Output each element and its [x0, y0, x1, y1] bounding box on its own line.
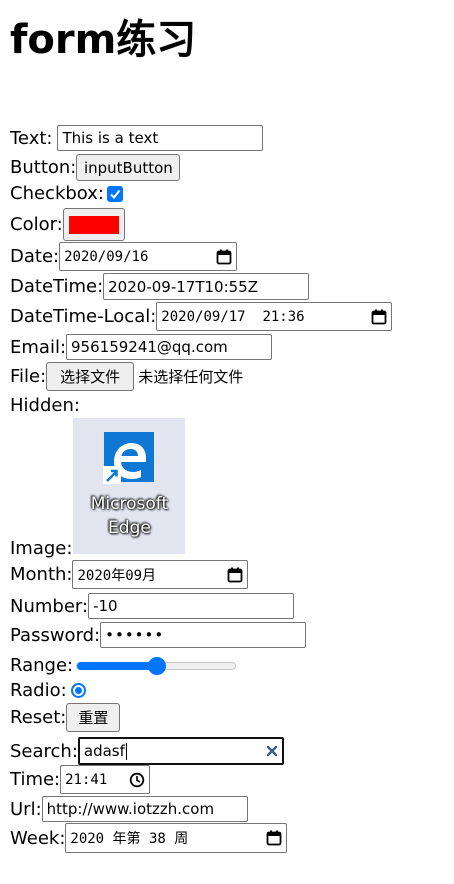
text-label: Text: [10, 127, 53, 149]
url-label: Url: [10, 798, 42, 820]
email-label: Email: [10, 336, 67, 358]
image-caption-line1: Microsoft [90, 494, 169, 514]
radio-row: Radio: [10, 680, 86, 701]
text-row: Text: This is a text [10, 125, 264, 151]
image-caption-line2: Edge [108, 518, 151, 538]
color-row: Color: [10, 208, 125, 241]
text-caret [125, 742, 127, 760]
choose-file-button[interactable]: 选择文件 [46, 362, 135, 391]
email-input[interactable]: 956159241@qq.com [66, 334, 273, 360]
password-value: •••••• [105, 626, 165, 644]
hidden-label: Hidden: [10, 395, 80, 416]
date-row: Date: 2020/09/16 [10, 242, 238, 271]
clear-icon[interactable] [266, 745, 278, 757]
month-row: Month: 2020年09月 [10, 560, 249, 589]
input-button[interactable]: inputButton [76, 154, 181, 181]
date-value: 2020/09/16 [64, 248, 149, 265]
number-input[interactable]: -10 [88, 593, 295, 619]
week-value: 2020 年第 38 周 [70, 831, 189, 847]
reset-label: Reset: [10, 707, 67, 728]
password-input[interactable]: •••••• [100, 622, 307, 648]
color-label: Color: [10, 214, 63, 235]
checkbox-input[interactable] [106, 185, 123, 202]
url-input[interactable]: http://www.iotzzh.com [41, 796, 248, 822]
image-input[interactable]: Microsoft Edge [73, 418, 186, 554]
file-label: File: [10, 366, 47, 387]
date-label: Date: [10, 246, 60, 267]
button-row: Button: inputButton [10, 154, 181, 181]
email-row: Email: 956159241@qq.com [10, 334, 273, 360]
datetime-value: 2020-09-17T10:55Z [108, 277, 258, 296]
time-row: Time: 21:41 [10, 765, 151, 794]
radio-label: Radio: [10, 680, 67, 701]
hidden-row: Hidden: [10, 395, 80, 416]
number-value: -10 [93, 597, 118, 615]
radio-input[interactable] [70, 683, 86, 698]
month-input[interactable]: 2020年09月 [72, 560, 249, 589]
image-row: Image: Microsoft Edge [10, 418, 186, 559]
calendar-icon[interactable] [227, 567, 243, 583]
search-row: Search: adasf [10, 737, 284, 765]
week-input[interactable]: 2020 年第 38 周 [65, 823, 288, 853]
month-label: Month: [10, 564, 73, 585]
page-title: form练习 [10, 17, 197, 63]
month-value: 2020年09月 [77, 567, 157, 584]
clock-icon[interactable] [129, 772, 145, 788]
button-label: Button: [10, 157, 77, 178]
date-input[interactable]: 2020/09/16 [59, 242, 238, 271]
number-row: Number: -10 [10, 593, 295, 619]
time-value: 21:41 [65, 771, 108, 788]
radio-dot [74, 687, 82, 694]
search-input[interactable]: adasf [77, 737, 284, 765]
file-row: File: 选择文件 未选择任何文件 [10, 362, 243, 391]
url-value: http://www.iotzzh.com [46, 800, 215, 818]
calendar-icon[interactable] [371, 309, 387, 325]
datetime-local-value: 2020/09/17 21:36 [161, 308, 305, 325]
text-input[interactable]: This is a text [57, 125, 264, 151]
checkbox-row: Checkbox: [10, 183, 123, 204]
password-label: Password: [10, 624, 101, 646]
range-thumb[interactable] [148, 656, 167, 675]
datetime-row: DateTime: 2020-09-17T10:55Z [10, 273, 310, 300]
datetime-local-label: DateTime-Local: [10, 306, 157, 327]
range-row: Range: [10, 655, 237, 676]
color-swatch [68, 215, 119, 234]
edge-shortcut-icon [103, 432, 155, 484]
week-row: Week: 2020 年第 38 周 [10, 823, 288, 853]
password-row: Password: •••••• [10, 622, 307, 648]
datetime-input[interactable]: 2020-09-17T10:55Z [103, 273, 310, 300]
week-label: Week: [10, 827, 66, 849]
calendar-icon[interactable] [216, 249, 232, 265]
datetime-local-input[interactable]: 2020/09/17 21:36 [156, 302, 393, 331]
search-label: Search: [10, 740, 78, 762]
checkmark-icon [110, 189, 121, 199]
url-row: Url: http://www.iotzzh.com [10, 796, 248, 822]
file-status-text: 未选择任何文件 [138, 368, 244, 386]
checkbox-label: Checkbox: [10, 183, 104, 204]
range-label: Range: [10, 655, 74, 676]
reset-button[interactable]: 重置 [66, 703, 121, 732]
search-value: adasf [83, 742, 125, 760]
range-slider[interactable] [76, 656, 237, 675]
calendar-icon[interactable] [266, 830, 282, 846]
time-input[interactable]: 21:41 [60, 765, 151, 794]
range-fill [77, 661, 158, 670]
email-value: 956159241@qq.com [71, 338, 228, 356]
image-label: Image: [10, 538, 73, 559]
text-input-value: This is a text [62, 129, 159, 147]
color-picker[interactable] [62, 208, 125, 241]
reset-row: Reset: 重置 [10, 703, 121, 732]
time-label: Time: [10, 769, 61, 790]
datetime-label: DateTime: [10, 276, 104, 297]
number-label: Number: [10, 595, 89, 617]
datetime-local-row: DateTime-Local: 2020/09/17 21:36 [10, 302, 393, 331]
image-caption: Microsoft Edge [91, 492, 168, 540]
